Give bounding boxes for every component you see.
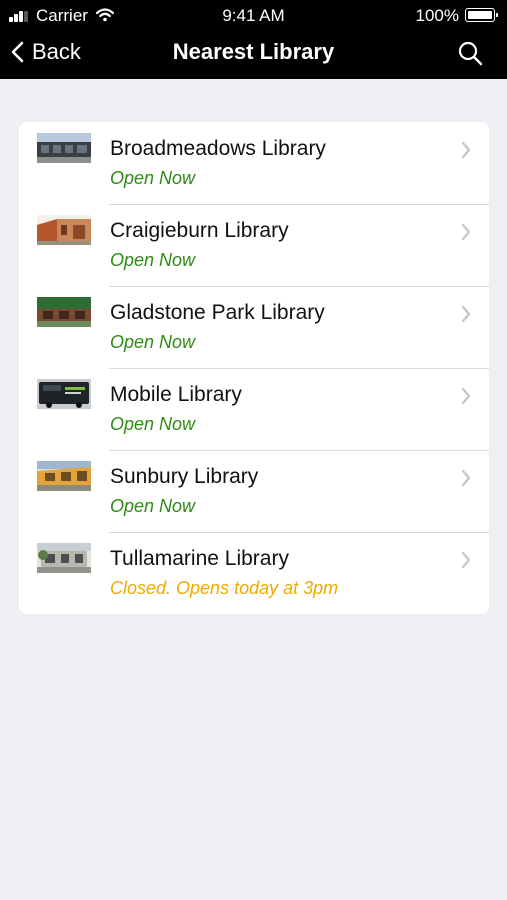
library-row-gladstone-park[interactable]: Gladstone Park Library Open Now [19, 286, 489, 368]
chevron-right-icon [461, 469, 471, 487]
top-bar: Carrier 9:41 AM 100% Back Nearest Librar… [0, 0, 507, 79]
library-name: Gladstone Park Library [110, 301, 325, 324]
library-status: Open Now [110, 332, 196, 352]
library-thumbnail [37, 133, 91, 163]
library-thumbnail [37, 543, 91, 573]
library-status: Open Now [110, 496, 196, 516]
library-thumbnail [37, 461, 91, 491]
library-name: Broadmeadows Library [110, 137, 326, 160]
battery-percent: 100% [415, 6, 459, 25]
library-building-image [37, 297, 91, 327]
library-status: Open Now [110, 250, 196, 270]
chevron-right-icon [461, 223, 471, 241]
library-thumbnail [37, 215, 91, 245]
library-name: Tullamarine Library [110, 547, 289, 570]
library-building-image [37, 215, 91, 245]
library-status: Closed. Opens today at 3pm [110, 578, 339, 598]
library-building-image [37, 543, 91, 573]
library-building-image [37, 379, 91, 409]
library-name: Craigieburn Library [110, 219, 289, 242]
library-thumbnail [37, 297, 91, 327]
library-row-mobile[interactable]: Mobile Library Open Now [19, 368, 489, 450]
chevron-right-icon [461, 551, 471, 569]
battery-icon [465, 8, 498, 22]
library-row-tullamarine[interactable]: Tullamarine Library Closed. Opens today … [19, 532, 489, 614]
library-status: Open Now [110, 168, 196, 188]
library-building-image [37, 133, 91, 163]
chevron-right-icon [461, 305, 471, 323]
library-row-sunbury[interactable]: Sunbury Library Open Now [19, 450, 489, 532]
library-status: Open Now [110, 414, 196, 434]
library-list: Broadmeadows Library Open Now Craigiebur… [19, 122, 489, 614]
library-name: Mobile Library [110, 383, 242, 406]
library-thumbnail [37, 379, 91, 409]
library-row-broadmeadows[interactable]: Broadmeadows Library Open Now [19, 122, 489, 204]
library-row-craigieburn[interactable]: Craigieburn Library Open Now [19, 204, 489, 286]
status-bar: Carrier 9:41 AM 100% [0, 0, 507, 30]
library-building-image [37, 461, 91, 491]
chevron-right-icon [461, 387, 471, 405]
search-icon[interactable] [457, 40, 483, 66]
chevron-right-icon [461, 141, 471, 159]
library-name: Sunbury Library [110, 465, 259, 488]
page-title: Nearest Library [172, 39, 335, 64]
navigation-bar: Back Nearest Library [0, 30, 507, 79]
